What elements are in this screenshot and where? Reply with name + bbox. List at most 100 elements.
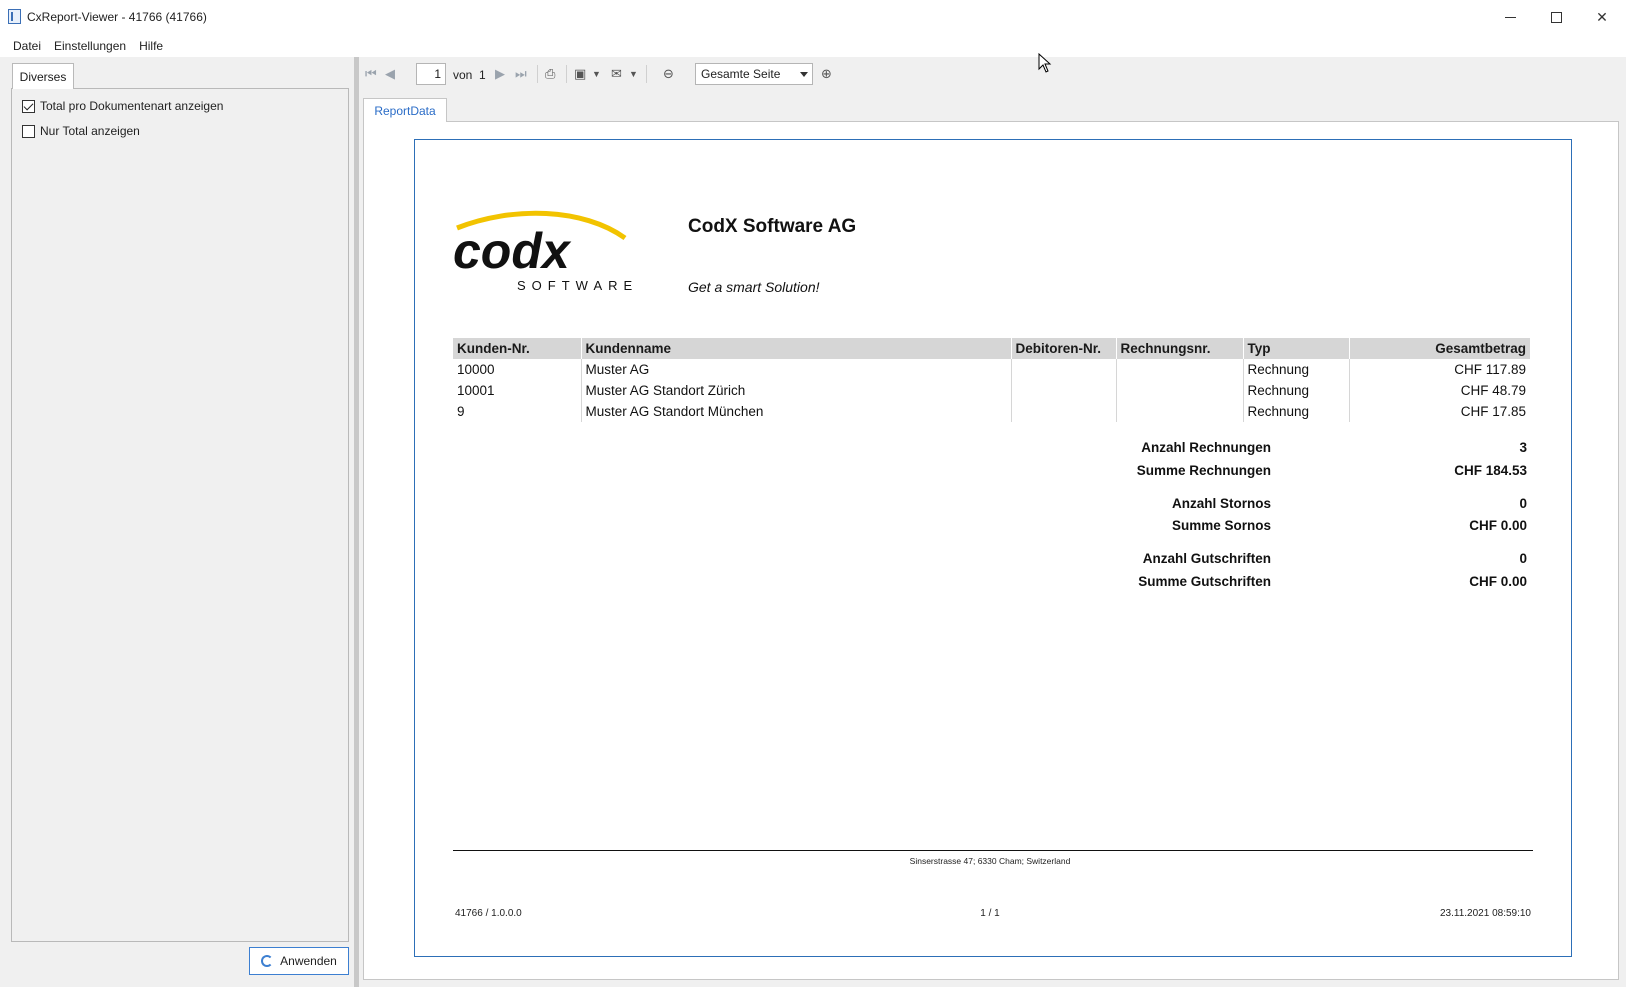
first-page-icon[interactable]: ⏮: [365, 67, 377, 81]
export-dropdown-icon[interactable]: ▼: [592, 67, 601, 81]
company-name: CodX Software AG: [688, 216, 857, 237]
company-slogan: Get a smart Solution!: [688, 279, 820, 295]
viewer-area: ⏮ ◀ 1 von 1 ▶ ⏭ ⎙ ▣ ▼ ✉ ▼ ⊖ Gesamte Seit…: [359, 57, 1626, 987]
mouse-cursor-icon: [1038, 53, 1052, 73]
summary-value: 0: [1519, 551, 1527, 566]
column-header: Typ: [1243, 338, 1350, 359]
mail-icon[interactable]: ✉: [611, 67, 622, 81]
footer-divider: [453, 850, 1533, 851]
minimize-button[interactable]: [1487, 0, 1533, 34]
zoom-value: Gesamte Seite: [701, 67, 781, 81]
cell-debitoren-nr: [1011, 380, 1117, 401]
checkbox-unchecked[interactable]: [22, 124, 35, 138]
cell-debitoren-nr: [1011, 401, 1117, 422]
summary-label: Anzahl Gutschriften: [1142, 551, 1271, 566]
column-header: Kunden-Nr.: [453, 338, 582, 359]
option-label: Nur Total anzeigen: [40, 124, 140, 138]
maximize-icon: [1550, 11, 1562, 23]
menu-bar: Datei Einstellungen Hilfe: [0, 35, 360, 57]
next-page-icon[interactable]: ▶: [495, 67, 505, 81]
page-number-input[interactable]: 1: [416, 63, 446, 85]
column-header: Kundenname: [581, 338, 1012, 359]
mail-dropdown-icon[interactable]: ▼: [629, 67, 638, 81]
option-total-pro-dokumentenart[interactable]: Total pro Dokumentenart anzeigen: [22, 99, 223, 113]
apply-button[interactable]: Anwenden: [249, 947, 349, 975]
viewer-toolbar: ⏮ ◀ 1 von 1 ▶ ⏭ ⎙ ▣ ▼ ✉ ▼ ⊖ Gesamte Seit…: [359, 57, 1626, 91]
toolbar-separator: [646, 65, 647, 83]
options-panel: Diverses Total pro Dokumentenart anzeige…: [0, 57, 354, 987]
cell-rechnungsnr: [1116, 380, 1244, 401]
report-frame: codx SOFTWARE CodX Software AG Get a sma…: [363, 121, 1619, 980]
report-table: Kunden-Nr. Kundenname Debitoren-Nr. Rech…: [453, 338, 1530, 422]
menu-hilfe[interactable]: Hilfe: [139, 39, 163, 53]
column-header: Rechnungsnr.: [1116, 338, 1244, 359]
total-pages: 1: [479, 68, 486, 82]
summary-label: Anzahl Stornos: [1171, 496, 1271, 511]
option-nur-total[interactable]: Nur Total anzeigen: [22, 124, 140, 138]
checkbox-checked[interactable]: [22, 99, 35, 113]
cell-kunden-nr: 10001: [453, 380, 582, 401]
toolbar-separator: [537, 65, 538, 83]
apply-button-label: Anwenden: [280, 954, 337, 968]
cell-debitoren-nr: [1011, 359, 1117, 380]
cell-gesamtbetrag: CHF 17.85: [1460, 404, 1526, 419]
zoom-select[interactable]: Gesamte Seite: [695, 63, 813, 85]
column-header: Gesamtbetrag: [1349, 338, 1530, 359]
chevron-down-icon: [800, 72, 808, 77]
refresh-icon: [261, 955, 274, 967]
report-page: codx SOFTWARE CodX Software AG Get a sma…: [414, 139, 1572, 957]
tab-diverses[interactable]: Diverses: [12, 63, 74, 89]
codx-logo: codx SOFTWARE: [453, 210, 638, 293]
cell-gesamtbetrag: CHF 48.79: [1460, 383, 1526, 398]
zoom-in-icon[interactable]: ⊕: [821, 67, 832, 81]
menu-einstellungen[interactable]: Einstellungen: [54, 39, 126, 53]
menu-datei[interactable]: Datei: [13, 39, 41, 53]
summary-label: Summe Rechnungen: [1136, 463, 1271, 478]
cell-typ: Rechnung: [1243, 401, 1350, 422]
summary-label: Summe Gutschriften: [1138, 574, 1271, 589]
maximize-button[interactable]: [1533, 0, 1579, 34]
option-label: Total pro Dokumentenart anzeigen: [40, 99, 224, 113]
close-button[interactable]: ✕: [1579, 0, 1625, 34]
logo-subtext: SOFTWARE: [517, 278, 638, 293]
cell-kunden-nr: 10000: [453, 359, 582, 380]
last-page-icon[interactable]: ⏭: [515, 67, 527, 81]
summary-value: CHF 0.00: [1469, 518, 1527, 533]
summary-value: CHF 0.00: [1469, 574, 1527, 589]
logo-text: codx: [453, 223, 572, 279]
cell-kundenname: Muster AG: [581, 359, 1012, 380]
tab-reportdata[interactable]: ReportData: [363, 98, 447, 122]
minimize-icon: [1504, 16, 1516, 18]
column-header: Debitoren-Nr.: [1011, 338, 1117, 359]
summary-value: CHF 184.53: [1454, 463, 1527, 478]
summary-label: Summe Sornos: [1171, 518, 1271, 533]
cell-kundenname: Muster AG Standort Zürich: [581, 380, 1012, 401]
page-of-label: von: [453, 68, 473, 82]
table-row: 10001 Muster AG Standort Zürich Rechnung…: [453, 380, 1530, 401]
table-header-row: Kunden-Nr. Kundenname Debitoren-Nr. Rech…: [453, 338, 1530, 359]
cell-typ: Rechnung: [1243, 380, 1350, 401]
options-box: Total pro Dokumentenart anzeigen Nur Tot…: [11, 88, 349, 942]
table-row: 9 Muster AG Standort München Rechnung CH…: [453, 401, 1530, 422]
summary-value: 0: [1519, 496, 1527, 511]
footer-page-number: 1 / 1: [980, 908, 1000, 919]
summary-label: Anzahl Rechnungen: [1141, 440, 1271, 455]
toolbar-separator: [566, 65, 567, 83]
cell-rechnungsnr: [1116, 359, 1244, 380]
print-icon[interactable]: ⎙: [545, 67, 555, 81]
close-icon: ✕: [1596, 8, 1608, 25]
title-bar: CxReport-Viewer - 41766 (41766) ✕: [0, 0, 1626, 34]
cell-rechnungsnr: [1116, 401, 1244, 422]
app-icon: [8, 9, 21, 24]
footer-timestamp: 23.11.2021 08:59:10: [1439, 908, 1531, 919]
cell-kunden-nr: 9: [453, 401, 582, 422]
cell-gesamtbetrag: CHF 117.89: [1454, 362, 1526, 377]
footer-address: Sinserstrasse 47; 6330 Cham; Switzerland: [909, 856, 1071, 866]
table-row: 10000 Muster AG Rechnung CHF 117.89: [453, 359, 1530, 380]
previous-page-icon[interactable]: ◀: [385, 67, 395, 81]
window-title: CxReport-Viewer - 41766 (41766): [27, 10, 207, 24]
export-icon[interactable]: ▣: [574, 67, 586, 81]
zoom-out-icon[interactable]: ⊖: [663, 67, 674, 81]
cell-typ: Rechnung: [1243, 359, 1350, 380]
summary-value: 3: [1519, 440, 1527, 455]
